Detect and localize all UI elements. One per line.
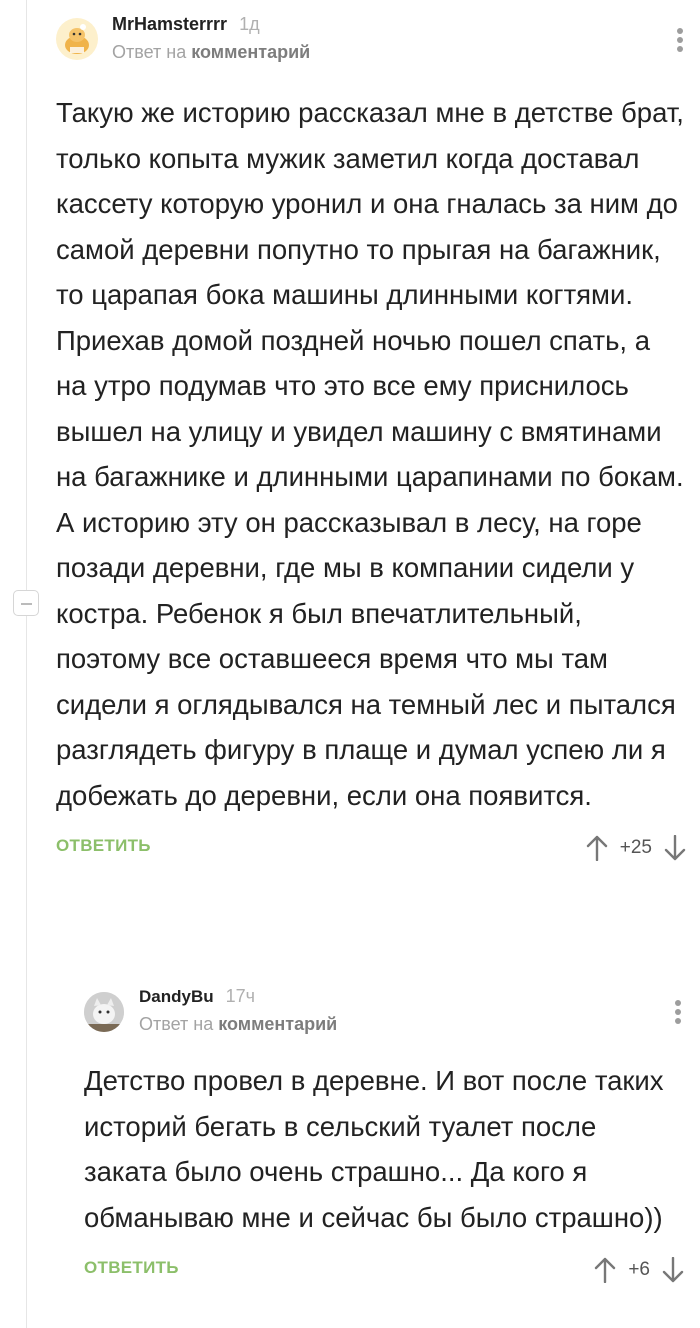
comment-time[interactable]: 17ч bbox=[226, 986, 255, 1007]
rating-score: +25 bbox=[619, 837, 652, 858]
comment-time[interactable]: 1д bbox=[239, 14, 260, 35]
author-name[interactable]: MrHamsterrrr bbox=[112, 14, 227, 35]
more-options-icon[interactable] bbox=[672, 1000, 684, 1028]
reply-to-prefix: Ответ на bbox=[112, 42, 187, 62]
avatar[interactable] bbox=[56, 18, 98, 60]
author-name[interactable]: DandyBu bbox=[139, 987, 214, 1007]
upvote-arrow-icon[interactable] bbox=[586, 835, 608, 861]
reply-to: Ответ на комментарий bbox=[139, 1014, 337, 1035]
comment-header: DandyBu 17ч Ответ на комментарий bbox=[84, 986, 684, 1044]
reply-to-link[interactable]: комментарий bbox=[218, 1014, 337, 1034]
upvote-arrow-icon[interactable] bbox=[594, 1257, 616, 1283]
downvote-arrow-icon[interactable] bbox=[662, 1257, 684, 1283]
comment: MrHamsterrrr 1д Ответ на комментарий Так… bbox=[56, 14, 686, 870]
thread-line bbox=[26, 0, 27, 1328]
collapse-thread-button[interactable] bbox=[13, 590, 39, 616]
comment: DandyBu 17ч Ответ на комментарий Детство… bbox=[84, 986, 684, 1292]
reply-button[interactable]: ОТВЕТИТЬ bbox=[56, 836, 151, 856]
comment-header: MrHamsterrrr 1д Ответ на комментарий bbox=[56, 14, 686, 72]
avatar[interactable] bbox=[84, 992, 124, 1032]
reply-button[interactable]: ОТВЕТИТЬ bbox=[84, 1258, 179, 1278]
more-options-icon[interactable] bbox=[674, 28, 686, 56]
comment-actions: ОТВЕТИТЬ +6 bbox=[84, 1252, 684, 1292]
vote-controls: +6 bbox=[594, 1252, 684, 1288]
comment-text: Такую же историю рассказал мне в детстве… bbox=[56, 97, 684, 811]
reply-to: Ответ на комментарий bbox=[112, 42, 310, 63]
reply-to-link[interactable]: комментарий bbox=[191, 42, 310, 62]
comment-actions: ОТВЕТИТЬ +25 bbox=[56, 830, 686, 870]
comment-text: Детство провел в деревне. И вот после та… bbox=[84, 1065, 664, 1233]
reply-to-prefix: Ответ на bbox=[139, 1014, 214, 1034]
comment-meta: DandyBu 17ч Ответ на комментарий bbox=[139, 986, 337, 1035]
rating-score: +6 bbox=[628, 1259, 650, 1280]
comment-meta: MrHamsterrrr 1д Ответ на комментарий bbox=[112, 14, 310, 63]
vote-controls: +25 bbox=[586, 830, 686, 866]
downvote-arrow-icon[interactable] bbox=[664, 835, 686, 861]
